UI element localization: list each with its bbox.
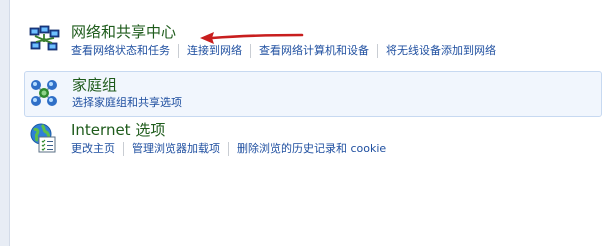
network-computers-icon xyxy=(29,25,60,51)
change-home-page-link[interactable]: 更改主页 xyxy=(71,142,115,156)
internet-links: 更改主页 管理浏览器加载项 删除浏览的历史记录和 cookie xyxy=(71,142,386,156)
internet-globe-icon xyxy=(30,123,56,153)
link-separator xyxy=(377,44,378,58)
homegroup-sharing-options-link[interactable]: 选择家庭组和共享选项 xyxy=(72,96,182,110)
network-sharing-center-title[interactable]: 网络和共享中心 xyxy=(71,23,176,41)
homegroup-title[interactable]: 家庭组 xyxy=(72,76,117,94)
view-network-status-link[interactable]: 查看网络状态和任务 xyxy=(71,44,170,58)
category-network-sharing-center: 网络和共享中心 查看网络状态和任务 连接到网络 查看网络计算机和设备 将无线设备… xyxy=(24,22,602,66)
link-separator xyxy=(123,142,124,156)
left-panel-edge xyxy=(0,0,10,246)
category-homegroup: 家庭组 选择家庭组和共享选项 xyxy=(24,71,602,117)
view-network-computers-link[interactable]: 查看网络计算机和设备 xyxy=(259,44,369,58)
homegroup-links: 选择家庭组和共享选项 xyxy=(72,96,182,110)
link-separator xyxy=(250,44,251,58)
network-links: 查看网络状态和任务 连接到网络 查看网络计算机和设备 将无线设备添加到网络 xyxy=(71,44,496,58)
add-wireless-device-link[interactable]: 将无线设备添加到网络 xyxy=(386,44,496,58)
homegroup-icon xyxy=(31,80,57,106)
delete-browsing-history-link[interactable]: 删除浏览的历史记录和 cookie xyxy=(237,142,386,156)
category-internet-options: Internet 选项 更改主页 管理浏览器加载项 删除浏览的历史记录和 coo… xyxy=(24,120,602,164)
manage-browser-addons-link[interactable]: 管理浏览器加载项 xyxy=(132,142,220,156)
red-arrow-icon xyxy=(200,32,304,44)
internet-options-title[interactable]: Internet 选项 xyxy=(71,121,165,139)
connect-to-network-link[interactable]: 连接到网络 xyxy=(187,44,242,58)
link-separator xyxy=(178,44,179,58)
link-separator xyxy=(228,142,229,156)
